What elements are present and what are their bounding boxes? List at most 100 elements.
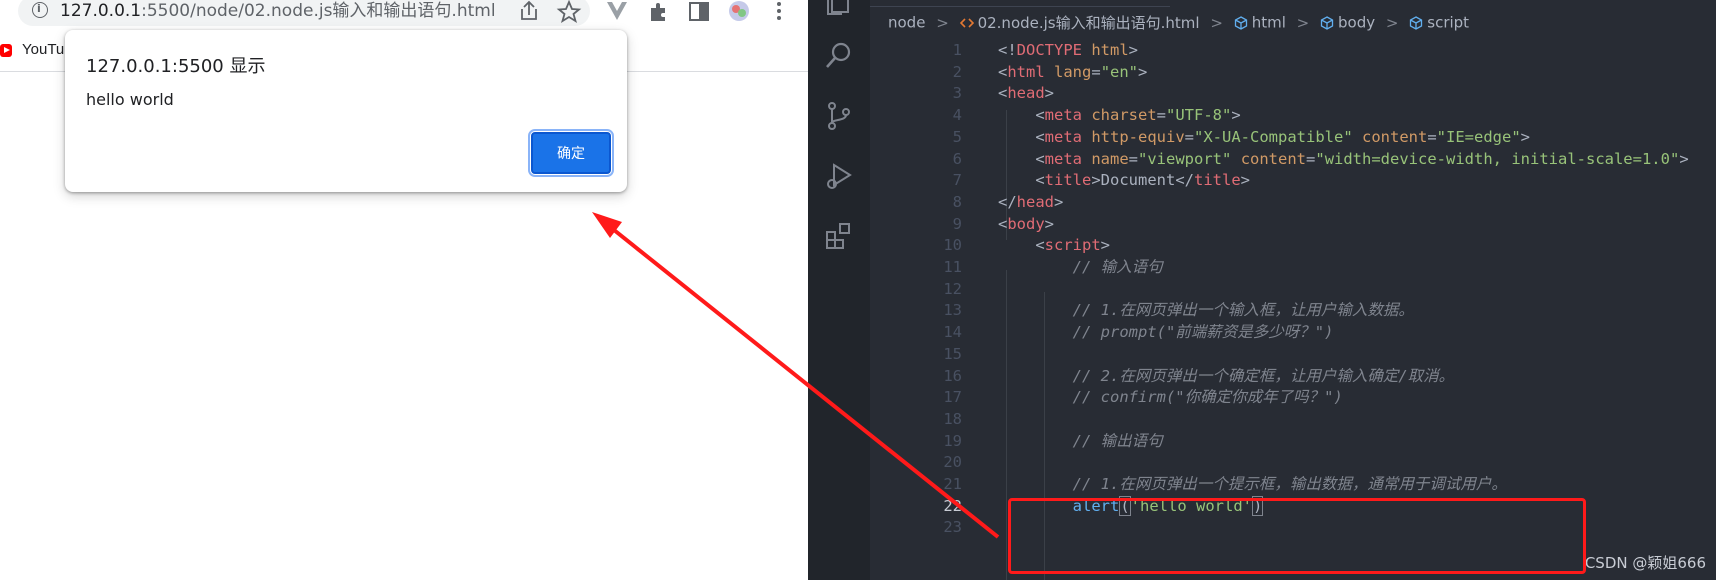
code-line[interactable]: 13 // 1.在网页弹出一个输入框，让用户输入数据。 xyxy=(870,298,1716,322)
element-cube-icon xyxy=(1234,15,1247,30)
code-editor-window: node > 02.node.js输入和输出语句.html > html > b… xyxy=(808,0,1716,580)
code-line[interactable]: 12 xyxy=(870,277,1716,301)
line-number: 10 xyxy=(943,236,962,255)
code-text: // confirm("你确定你成年了吗？") xyxy=(1072,388,1343,407)
url-path: :5500/node/02.node.js输入和输出语句.html xyxy=(141,1,496,21)
line-number: 23 xyxy=(943,518,962,537)
line-number: 16 xyxy=(943,366,962,385)
code-text: <title>Document</title> xyxy=(1035,171,1251,190)
line-number: 19 xyxy=(943,431,962,450)
breadcrumb-script[interactable]: script xyxy=(1427,14,1469,32)
browser-window: 127.0.0.1:5500/node/02.node.js输入和输出语句.ht… xyxy=(0,0,808,580)
source-control-icon[interactable] xyxy=(823,100,855,132)
more-menu-icon[interactable] xyxy=(766,0,792,24)
breadcrumb-html[interactable]: html xyxy=(1252,14,1286,32)
code-line[interactable]: 7 <title>Document</title> xyxy=(870,168,1716,192)
code-text: <meta name="viewport" content="width=dev… xyxy=(1035,149,1689,168)
breadcrumb-folder[interactable]: node xyxy=(888,14,925,32)
youtube-icon xyxy=(0,44,12,57)
code-text: </head> xyxy=(998,192,1064,211)
address-bar[interactable]: 127.0.0.1:5500/node/02.node.js输入和输出语句.ht… xyxy=(18,0,590,26)
explorer-icon[interactable] xyxy=(823,0,855,18)
alert-dialog: 127.0.0.1:5500 显示 hello world 确定 xyxy=(65,30,627,192)
line-number: 1 xyxy=(952,41,962,59)
profile-avatar-icon[interactable] xyxy=(726,0,752,24)
tab-divider xyxy=(870,6,1170,7)
breadcrumb-separator-icon: > xyxy=(1385,13,1399,32)
code-text: <!DOCTYPE html> xyxy=(998,41,1139,59)
run-and-debug-icon[interactable] xyxy=(823,160,855,192)
code-line[interactable]: 17 // confirm("你确定你成年了吗？") xyxy=(870,385,1716,409)
breadcrumb-file[interactable]: 02.node.js输入和输出语句.html xyxy=(978,14,1200,32)
line-number: 15 xyxy=(943,344,962,363)
code-text: // prompt("前端薪资是多少呀？") xyxy=(1072,323,1334,342)
code-text: // 2.在网页弹出一个确定框，让用户输入确定/取消。 xyxy=(1072,366,1455,385)
line-number: 7 xyxy=(952,171,962,190)
code-text: // 输出语句 xyxy=(1072,431,1163,450)
code-line[interactable]: 2 <html lang="en"> xyxy=(870,60,1716,84)
line-number: 2 xyxy=(952,62,962,81)
breadcrumb-body[interactable]: body xyxy=(1338,14,1375,32)
breadcrumb: node > 02.node.js输入和输出语句.html > html > b… xyxy=(888,12,1469,36)
code-line[interactable]: 14 // prompt("前端薪资是多少呀？") xyxy=(870,320,1716,344)
dialog-message: hello world xyxy=(86,90,174,109)
bookmark-youtube[interactable]: YouTu xyxy=(22,41,64,58)
side-panel-icon[interactable] xyxy=(686,0,712,24)
line-number: 17 xyxy=(943,388,962,407)
line-number: 9 xyxy=(952,214,962,233)
code-text: // 输入语句 xyxy=(1072,258,1163,276)
code-line[interactable]: 4 <meta charset="UTF-8"> xyxy=(870,103,1716,127)
activity-bar xyxy=(808,0,870,580)
dialog-ok-button[interactable]: 确定 xyxy=(528,129,614,177)
code-line[interactable]: 21 // 1.在网页弹出一个提示框，输出数据，通常用于调试用户。 xyxy=(870,472,1716,496)
code-text: <meta charset="UTF-8"> xyxy=(1035,106,1241,125)
extensions-puzzle-icon[interactable] xyxy=(646,0,672,24)
code-line[interactable]: 19 // 输出语句 xyxy=(870,429,1716,453)
url-text[interactable]: 127.0.0.1:5500/node/02.node.js输入和输出语句.ht… xyxy=(60,0,496,21)
search-icon[interactable] xyxy=(823,40,855,72)
code-line[interactable]: 5 <meta http-equiv="X-UA-Compatible" con… xyxy=(870,125,1716,149)
breadcrumb-separator-icon: > xyxy=(1296,13,1310,32)
line-number: 13 xyxy=(943,301,962,320)
code-text: <script> xyxy=(1035,236,1111,255)
code-text: // 1.在网页弹出一个提示框，输出数据，通常用于调试用户。 xyxy=(1072,475,1507,493)
code-line[interactable]: 6 <meta name="viewport" content="width=d… xyxy=(870,147,1716,171)
code-text: <meta http-equiv="X-UA-Compatible" conte… xyxy=(1035,127,1531,146)
dialog-title: 127.0.0.1:5500 显示 xyxy=(86,56,266,77)
code-line[interactable]: 16 // 2.在网页弹出一个确定框，让用户输入确定/取消。 xyxy=(870,364,1716,388)
breadcrumb-separator-icon: > xyxy=(1210,13,1223,32)
line-number: 14 xyxy=(943,323,962,342)
line-number: 3 xyxy=(952,84,962,103)
code-line[interactable]: 3 <head> xyxy=(870,81,1716,105)
code-text: // 1.在网页弹出一个输入框，让用户输入数据。 xyxy=(1072,301,1414,320)
code-text: <html lang="en"> xyxy=(998,62,1148,81)
vue-devtools-icon[interactable] xyxy=(604,0,630,24)
line-number: 18 xyxy=(943,409,962,428)
code-text: <body> xyxy=(998,214,1055,233)
html-file-icon xyxy=(959,17,974,28)
line-number: 8 xyxy=(952,192,962,211)
line-number: 20 xyxy=(943,453,962,472)
code-line[interactable]: 15 xyxy=(870,342,1716,366)
breadcrumb-separator-icon: > xyxy=(936,13,949,32)
code-line[interactable]: 20 xyxy=(870,450,1716,474)
annotation-highlight-box xyxy=(1008,498,1586,574)
extensions-icon[interactable] xyxy=(823,220,855,252)
line-number: 5 xyxy=(952,127,962,146)
line-number: 11 xyxy=(943,258,962,276)
code-text: <head> xyxy=(998,84,1055,103)
code-line[interactable]: 18 xyxy=(870,407,1716,431)
site-info-icon[interactable] xyxy=(32,2,48,18)
code-line[interactable]: 8 </head> xyxy=(870,190,1716,214)
code-line[interactable]: 9 <body> xyxy=(870,212,1716,236)
url-host: 127.0.0.1 xyxy=(60,1,142,21)
code-line[interactable]: 10 <script> xyxy=(870,233,1716,257)
code-line[interactable]: 11 // 输入语句 xyxy=(870,255,1716,279)
line-number: 12 xyxy=(943,279,962,298)
share-icon[interactable] xyxy=(516,0,542,24)
bookmark-star-icon[interactable] xyxy=(556,0,582,24)
line-number: 4 xyxy=(952,106,962,125)
code-line[interactable]: 1 <!DOCTYPE html> xyxy=(870,38,1716,62)
line-number: 22 xyxy=(943,496,962,515)
line-number: 6 xyxy=(952,149,962,168)
